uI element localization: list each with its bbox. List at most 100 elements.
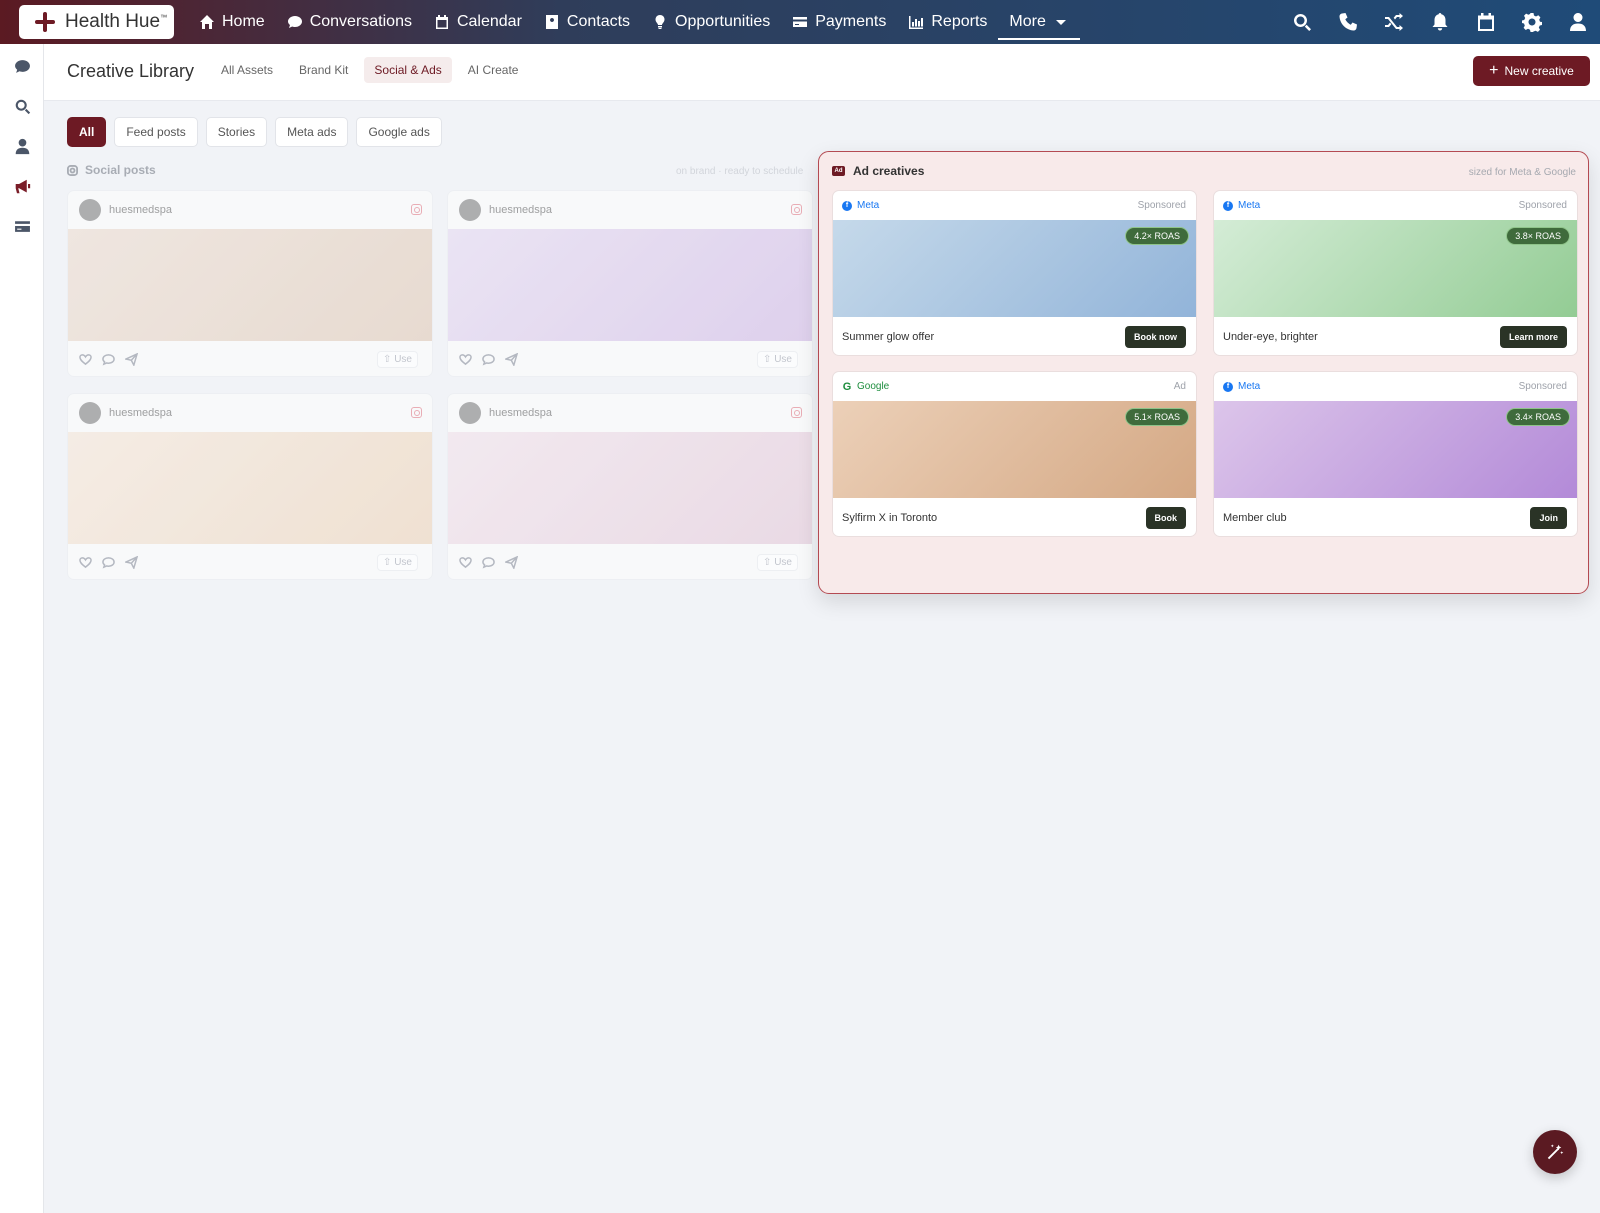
nav-conversations[interactable]: Conversations: [276, 0, 423, 44]
send-icon[interactable]: [505, 353, 518, 366]
ad-creative-card[interactable]: f Meta Sponsored 3.8× ROAS Under-eye, bright…: [1213, 190, 1578, 356]
post-account: huesmedspa: [109, 204, 172, 216]
app-logo[interactable]: Health Hue™: [19, 5, 174, 39]
search-icon[interactable]: [12, 96, 32, 116]
ad-creatives-title: Ad creatives: [853, 164, 925, 178]
nav-more[interactable]: More: [998, 0, 1081, 44]
heart-icon[interactable]: [79, 353, 92, 366]
use-button[interactable]: ⇧ Use: [377, 351, 418, 368]
heart-icon[interactable]: [459, 556, 472, 569]
ad-image: 3.4× ROAS: [1214, 401, 1577, 498]
library-tabs: All Assets Brand Kit Social & Ads AI Cre…: [211, 57, 528, 83]
tab-brand-kit[interactable]: Brand Kit: [289, 57, 358, 83]
avatar: [79, 402, 101, 424]
platform-label: f Meta: [1223, 381, 1260, 392]
user-icon[interactable]: [12, 136, 32, 156]
social-posts-heading: Social posts: [67, 163, 156, 177]
ad-cta-button[interactable]: Join: [1530, 507, 1567, 529]
nav-opportunities[interactable]: Opportunities: [641, 0, 781, 44]
card-icon[interactable]: [12, 216, 32, 236]
tab-ai-create[interactable]: AI Create: [458, 57, 529, 83]
comment-icon[interactable]: [102, 556, 115, 569]
new-creative-button[interactable]: + New creative: [1473, 56, 1590, 86]
new-creative-label: New creative: [1504, 64, 1574, 78]
social-post-card[interactable]: huesmedspa ⇧ Use: [67, 393, 433, 580]
contact-card-icon: [545, 15, 558, 29]
nav-more-label: More: [1009, 13, 1046, 30]
calendar-icon: [435, 15, 448, 29]
nav-contacts[interactable]: Contacts: [533, 0, 641, 44]
calendar-icon[interactable]: [1475, 12, 1496, 33]
chip-all[interactable]: All: [67, 117, 107, 147]
roas-badge: 4.2× ROAS: [1125, 227, 1189, 245]
instagram-icon: [411, 407, 422, 418]
tab-all-assets[interactable]: All Assets: [211, 57, 283, 83]
social-post-card[interactable]: huesmedspa ⇧ Use: [447, 190, 813, 377]
chat-icon[interactable]: [12, 56, 32, 76]
gear-icon[interactable]: [1521, 12, 1542, 33]
roas-badge: 3.4× ROAS: [1506, 408, 1570, 426]
shuffle-icon[interactable]: [1383, 12, 1404, 33]
facebook-icon: f: [842, 200, 852, 211]
plus-icon: +: [1489, 62, 1499, 79]
facebook-icon: f: [1223, 381, 1233, 392]
ad-headline: Under-eye, brighter: [1223, 331, 1318, 343]
nav-calendar-label: Calendar: [456, 13, 522, 30]
avatar: [459, 402, 481, 424]
magic-wand-button[interactable]: [1533, 1130, 1577, 1174]
send-icon[interactable]: [505, 556, 518, 569]
chat-icon: [287, 16, 302, 28]
comment-icon[interactable]: [482, 556, 495, 569]
ad-creative-card[interactable]: f Meta Sponsored 3.4× ROAS Member club Join: [1213, 371, 1578, 537]
tab-social-ads[interactable]: Social & Ads: [364, 57, 452, 83]
instagram-icon: [67, 164, 78, 176]
heart-icon[interactable]: [79, 556, 92, 569]
page-title: Creative Library: [67, 61, 195, 81]
nav-home[interactable]: Home: [188, 0, 276, 44]
chip-meta-ads[interactable]: Meta ads: [275, 117, 349, 147]
instagram-icon: [791, 204, 802, 215]
avatar: [79, 199, 101, 221]
sponsored-label: Sponsored: [1518, 200, 1567, 211]
search-icon[interactable]: [1291, 12, 1312, 33]
send-icon[interactable]: [125, 556, 138, 569]
nav-reports[interactable]: Reports: [897, 0, 998, 44]
ad-cta-button[interactable]: Book now: [1125, 326, 1186, 348]
social-post-card[interactable]: huesmedspa ⇧ Use: [67, 190, 433, 377]
use-button[interactable]: ⇧ Use: [757, 554, 798, 571]
ad-creative-card[interactable]: G Google Ad 5.1× ROAS Sylfirm X in Toronto Bo…: [832, 371, 1197, 537]
nav-payments[interactable]: Payments: [781, 0, 897, 44]
chip-google-ads[interactable]: Google ads: [356, 117, 442, 147]
platform-name: Meta: [857, 200, 880, 211]
heart-icon[interactable]: [459, 353, 472, 366]
home-icon: [200, 15, 214, 29]
sponsored-label: Sponsored: [1518, 381, 1567, 392]
ad-image: 3.8× ROAS: [1214, 220, 1577, 317]
ad-cta-button[interactable]: Book: [1145, 507, 1186, 529]
chip-feed-posts[interactable]: Feed posts: [114, 117, 198, 147]
ad-image: 5.1× ROAS: [833, 401, 1196, 498]
post-image: [448, 432, 812, 544]
logo-mark-icon: [33, 10, 57, 34]
post-image: [448, 229, 812, 341]
platform-label: f Meta: [842, 200, 879, 211]
ad-cta-button[interactable]: Learn more: [1499, 326, 1567, 348]
use-button[interactable]: ⇧ Use: [757, 351, 798, 368]
megaphone-icon[interactable]: [12, 176, 32, 196]
use-button[interactable]: ⇧ Use: [377, 554, 418, 571]
send-icon[interactable]: [125, 353, 138, 366]
comment-icon[interactable]: [102, 353, 115, 366]
social-posts-hint: on brand · ready to schedule: [676, 166, 804, 177]
bell-icon[interactable]: [1429, 12, 1450, 33]
ad-creative-card[interactable]: f Meta Sponsored 4.2× ROAS Summer glow offer…: [832, 190, 1197, 356]
nav-calendar[interactable]: Calendar: [423, 0, 533, 44]
social-post-card[interactable]: huesmedspa ⇧ Use: [447, 393, 813, 580]
phone-icon[interactable]: [1337, 12, 1358, 33]
chip-stories[interactable]: Stories: [205, 117, 268, 147]
comment-icon[interactable]: [482, 353, 495, 366]
user-icon[interactable]: [1567, 12, 1588, 33]
ad-creatives-heading: Ad Ad creatives: [832, 164, 924, 178]
nav-payments-label: Payments: [815, 13, 887, 30]
bar-chart-icon: [909, 16, 924, 29]
credit-card-icon: [793, 17, 808, 27]
